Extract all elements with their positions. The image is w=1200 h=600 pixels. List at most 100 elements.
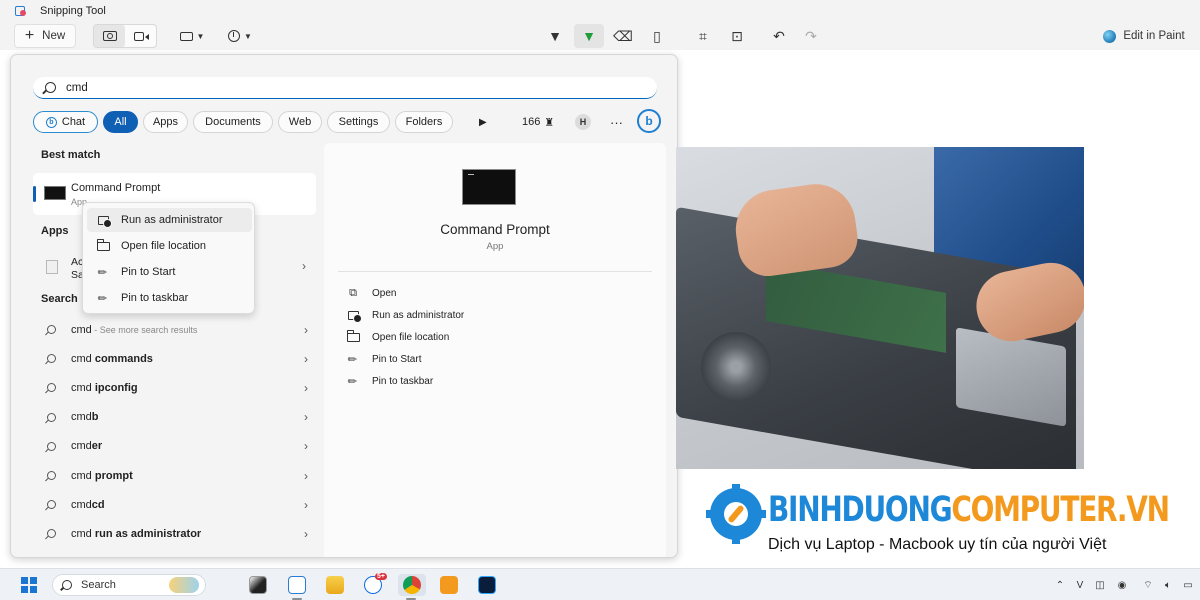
action-pin-to-taskbar[interactable]: ✎ Pin to taskbar <box>346 373 433 389</box>
tray-security-icon[interactable]: ◉ <box>1114 574 1130 596</box>
search-suggestion[interactable]: cmder › <box>33 432 316 461</box>
show-hidden-icons-button[interactable]: ⌃ <box>1052 574 1068 596</box>
undo-button[interactable]: ↶ <box>766 24 792 48</box>
tray-battery-icon[interactable]: ▭ <box>1180 574 1196 596</box>
shield-icon <box>95 215 112 228</box>
bing-chat-button[interactable]: b <box>637 109 661 133</box>
rewards-points[interactable]: 166 ♜ <box>522 111 554 133</box>
imou-icon <box>440 576 458 594</box>
search-suggestion[interactable]: cmd prompt › <box>33 461 316 490</box>
pin-icon: ✎ <box>95 264 111 280</box>
filter-chat-label: Chat <box>61 116 86 128</box>
toolbar: + New ▼ ▼ ▼ ▼ ⌫ ▯ ⌗ ⊡ ↶ ↷ Edit in Paint <box>0 22 1200 50</box>
filter-documents[interactable]: Documents <box>193 111 273 133</box>
account-button[interactable]: H <box>575 111 591 133</box>
crop-icon: ⌗ <box>699 27 707 44</box>
ruler-button[interactable]: ▯ <box>644 24 670 48</box>
filter-settings[interactable]: Settings <box>327 111 390 133</box>
filter-web[interactable]: Web <box>278 111 322 133</box>
taskbar-file-explorer[interactable] <box>322 574 348 596</box>
highlighter-button[interactable]: ▼ <box>574 24 604 48</box>
suggestion-text: cmd prompt <box>71 469 133 482</box>
action-label: Run as administrator <box>372 309 465 321</box>
action-run-as-administrator[interactable]: Run as administrator <box>346 307 464 323</box>
eraser-button[interactable]: ⌫ <box>610 24 636 48</box>
taskbar-imou[interactable] <box>436 574 462 596</box>
avatar: H <box>575 114 591 130</box>
vietnamese-input-indicator[interactable]: V <box>1072 574 1088 596</box>
action-pin-to-start[interactable]: ✎ Pin to Start <box>345 351 422 367</box>
pin-icon: ✎ <box>95 290 111 306</box>
search-highlight-icon <box>169 577 199 593</box>
start-search-input[interactable]: cmd <box>33 77 657 99</box>
delay-dropdown[interactable]: ▼ <box>220 24 260 48</box>
selection-indicator <box>33 186 36 202</box>
search-suggestion[interactable]: cmd - See more search results › <box>33 315 316 344</box>
edit-in-paint-button[interactable]: Edit in Paint <box>1100 24 1188 48</box>
filter-folders[interactable]: Folders <box>395 111 453 133</box>
filter-apps[interactable]: Apps <box>143 111 188 133</box>
play-icon: ▶ <box>479 116 487 128</box>
tray-app-icon[interactable]: ◫ <box>1092 574 1108 596</box>
snipping-tool-icon <box>288 576 306 594</box>
ctx-pin-to-taskbar[interactable]: ✎ Pin to taskbar <box>87 286 252 310</box>
paint-icon <box>1103 29 1117 43</box>
pin-icon: ✎ <box>345 351 361 367</box>
taskbar-photoshop[interactable] <box>474 574 500 596</box>
search-suggestion[interactable]: cmd commands › <box>33 344 316 373</box>
ctx-pin-to-start[interactable]: ✎ Pin to Start <box>87 260 252 284</box>
notification-badge: 5+ <box>375 573 387 580</box>
compass-needle-icon <box>724 502 748 526</box>
bing-icon: b <box>45 116 57 128</box>
text-actions-icon: ⊡ <box>731 27 743 44</box>
taskbar-snipping-tool[interactable] <box>284 574 310 600</box>
chevron-right-icon: › <box>304 439 308 454</box>
action-label: Pin to taskbar <box>372 375 434 387</box>
taskbar-zalo[interactable]: 5+ <box>360 573 387 596</box>
snip-shape-dropdown[interactable]: ▼ <box>172 24 212 48</box>
chrome-icon <box>403 576 421 594</box>
search-suggestion[interactable]: cmdcd › <box>33 490 316 519</box>
search-suggestion[interactable]: cmd run as administrator › <box>33 519 316 548</box>
taskbar-search[interactable]: Search <box>52 574 206 596</box>
more-options-button[interactable]: ··· <box>610 111 623 133</box>
video-camera-icon <box>134 31 149 41</box>
new-button[interactable]: + New <box>14 24 76 48</box>
tray-network-icon[interactable]: ⌔ <box>1140 574 1156 596</box>
zalo-icon: 5+ <box>364 573 387 594</box>
record-mode-button[interactable] <box>125 25 156 47</box>
snipping-tool-icon <box>14 4 28 18</box>
snip-mode-button[interactable] <box>94 25 125 47</box>
battery-icon: ▭ <box>1183 579 1193 591</box>
search-suggestion[interactable]: cmd ipconfig › <box>33 373 316 402</box>
ctx-run-as-administrator[interactable]: Run as administrator <box>87 208 252 232</box>
text-actions-button[interactable]: ⊡ <box>724 24 750 48</box>
tray-volume-icon[interactable]: 🔈︎ <box>1160 574 1176 596</box>
brand-name-part2: COMPUTER.VN <box>951 490 1170 530</box>
task-view-icon <box>249 576 267 594</box>
action-open-file-location[interactable]: Open file location <box>346 329 449 345</box>
window-title: Snipping Tool <box>40 5 106 17</box>
brand-tagline: Dịch vụ Laptop - Macbook uy tín của ngườ… <box>768 536 1107 553</box>
ballpoint-pen-button[interactable]: ▼ <box>542 24 568 48</box>
action-open[interactable]: ⧉ Open <box>346 285 396 301</box>
taskbar-chrome[interactable] <box>398 574 426 600</box>
redo-button[interactable]: ↷ <box>798 24 824 48</box>
ctx-label: Pin to Start <box>121 266 176 278</box>
suggestion-text: cmd commands <box>71 352 153 365</box>
photoshop-icon <box>478 576 496 594</box>
windows-icon <box>21 577 37 593</box>
start-button[interactable] <box>18 574 40 596</box>
ctx-open-file-location[interactable]: Open file location <box>87 234 252 258</box>
crop-button[interactable]: ⌗ <box>690 24 716 48</box>
filter-all[interactable]: All <box>103 111 138 133</box>
suggestion-text: cmd - See more search results <box>71 323 198 336</box>
filter-chat[interactable]: b Chat <box>33 111 98 133</box>
task-view-button[interactable] <box>246 574 270 596</box>
brand-name-part1: BINHDUONG <box>768 490 953 530</box>
folder-icon <box>326 576 344 594</box>
search-suggestion[interactable]: cmdb › <box>33 403 316 432</box>
search-icon <box>47 354 56 364</box>
more-filters-button[interactable]: ▶ <box>479 111 487 133</box>
wifi-icon: ⌔ <box>1143 579 1153 591</box>
